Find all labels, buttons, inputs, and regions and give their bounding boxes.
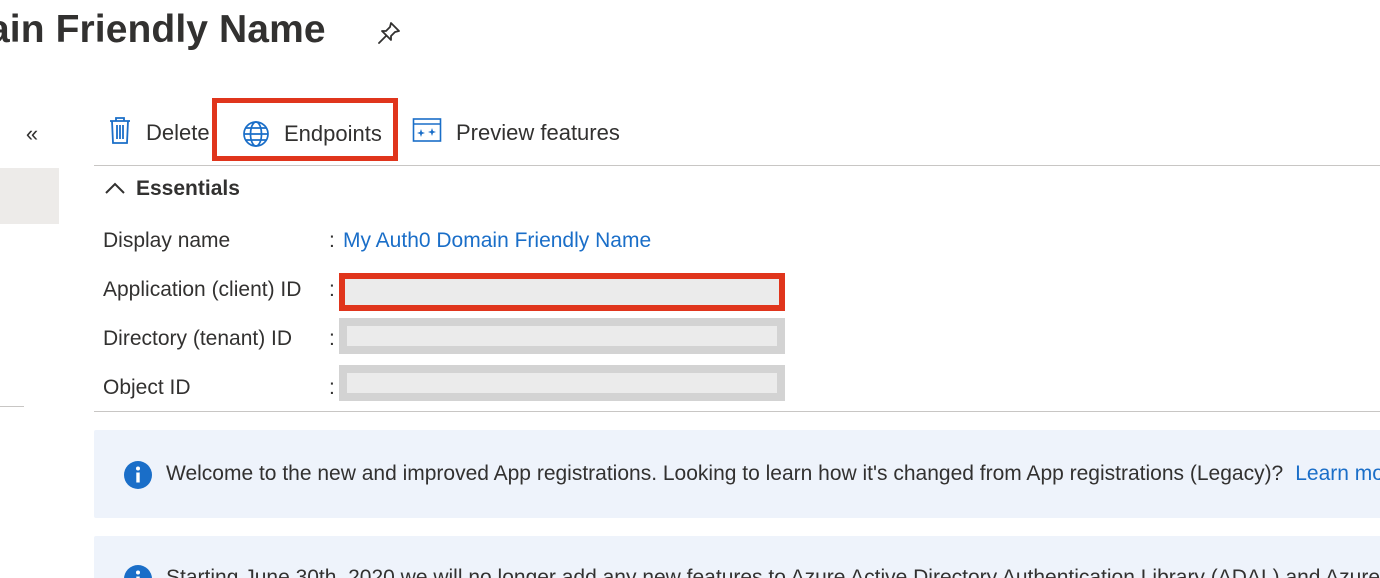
endpoints-label: Endpoints <box>284 121 382 146</box>
toolbar-divider <box>94 165 1380 166</box>
property-row-display-name: Display name : My Auth0 Domain Friendly … <box>103 223 651 259</box>
banner-text: Welcome to the new and improved App regi… <box>166 462 1284 485</box>
page-title: ain Friendly Name <box>0 8 326 51</box>
command-bar: Delete Endpoints Preview features <box>94 98 1380 165</box>
preview-features-button[interactable]: Preview features <box>412 100 620 165</box>
delete-label: Delete <box>146 119 210 145</box>
object-id-value-redacted[interactable] <box>339 365 785 401</box>
property-row-object-id: Object ID : <box>103 370 343 406</box>
preview-features-icon <box>412 117 442 149</box>
trash-icon <box>108 115 132 151</box>
info-banner-welcome: Welcome to the new and improved App regi… <box>94 430 1380 518</box>
property-label: Directory (tenant) ID <box>103 327 293 350</box>
essentials-label: Essentials <box>136 177 240 200</box>
property-label: Application (client) ID <box>103 278 302 301</box>
chevron-up-icon <box>104 177 136 201</box>
pin-icon[interactable] <box>374 18 404 48</box>
nav-item-selected[interactable] <box>0 168 59 224</box>
collapse-menu-button[interactable]: « <box>20 120 44 148</box>
property-row-tenant-id: Directory (tenant) ID : <box>103 321 343 357</box>
learn-more-link[interactable]: Learn mo <box>1295 462 1380 485</box>
delete-button[interactable]: Delete <box>108 100 212 165</box>
info-banner-adal: Starting June 30th, 2020 we will no long… <box>94 536 1380 578</box>
banner-message: Welcome to the new and improved App regi… <box>166 462 1380 486</box>
essentials-divider <box>94 411 1380 412</box>
banner-message: Starting June 30th, 2020 we will no long… <box>166 566 1380 578</box>
display-name-link[interactable]: My Auth0 Domain Friendly Name <box>343 229 651 253</box>
property-label: Object ID <box>103 376 191 399</box>
info-icon <box>123 564 153 578</box>
tenant-id-value-redacted[interactable] <box>339 318 785 354</box>
client-id-value-redacted[interactable] <box>339 273 785 311</box>
property-row-client-id: Application (client) ID : <box>103 272 343 308</box>
info-icon <box>123 460 153 496</box>
nav-divider <box>0 406 24 407</box>
essentials-toggle[interactable]: Essentials <box>104 174 240 204</box>
property-label: Display name <box>103 229 231 252</box>
app-registration-overview: ain Friendly Name « Delete Endpoints Pre… <box>0 0 1380 578</box>
preview-features-label: Preview features <box>456 119 620 145</box>
property-colon: : <box>329 229 335 252</box>
globe-icon <box>242 120 270 154</box>
